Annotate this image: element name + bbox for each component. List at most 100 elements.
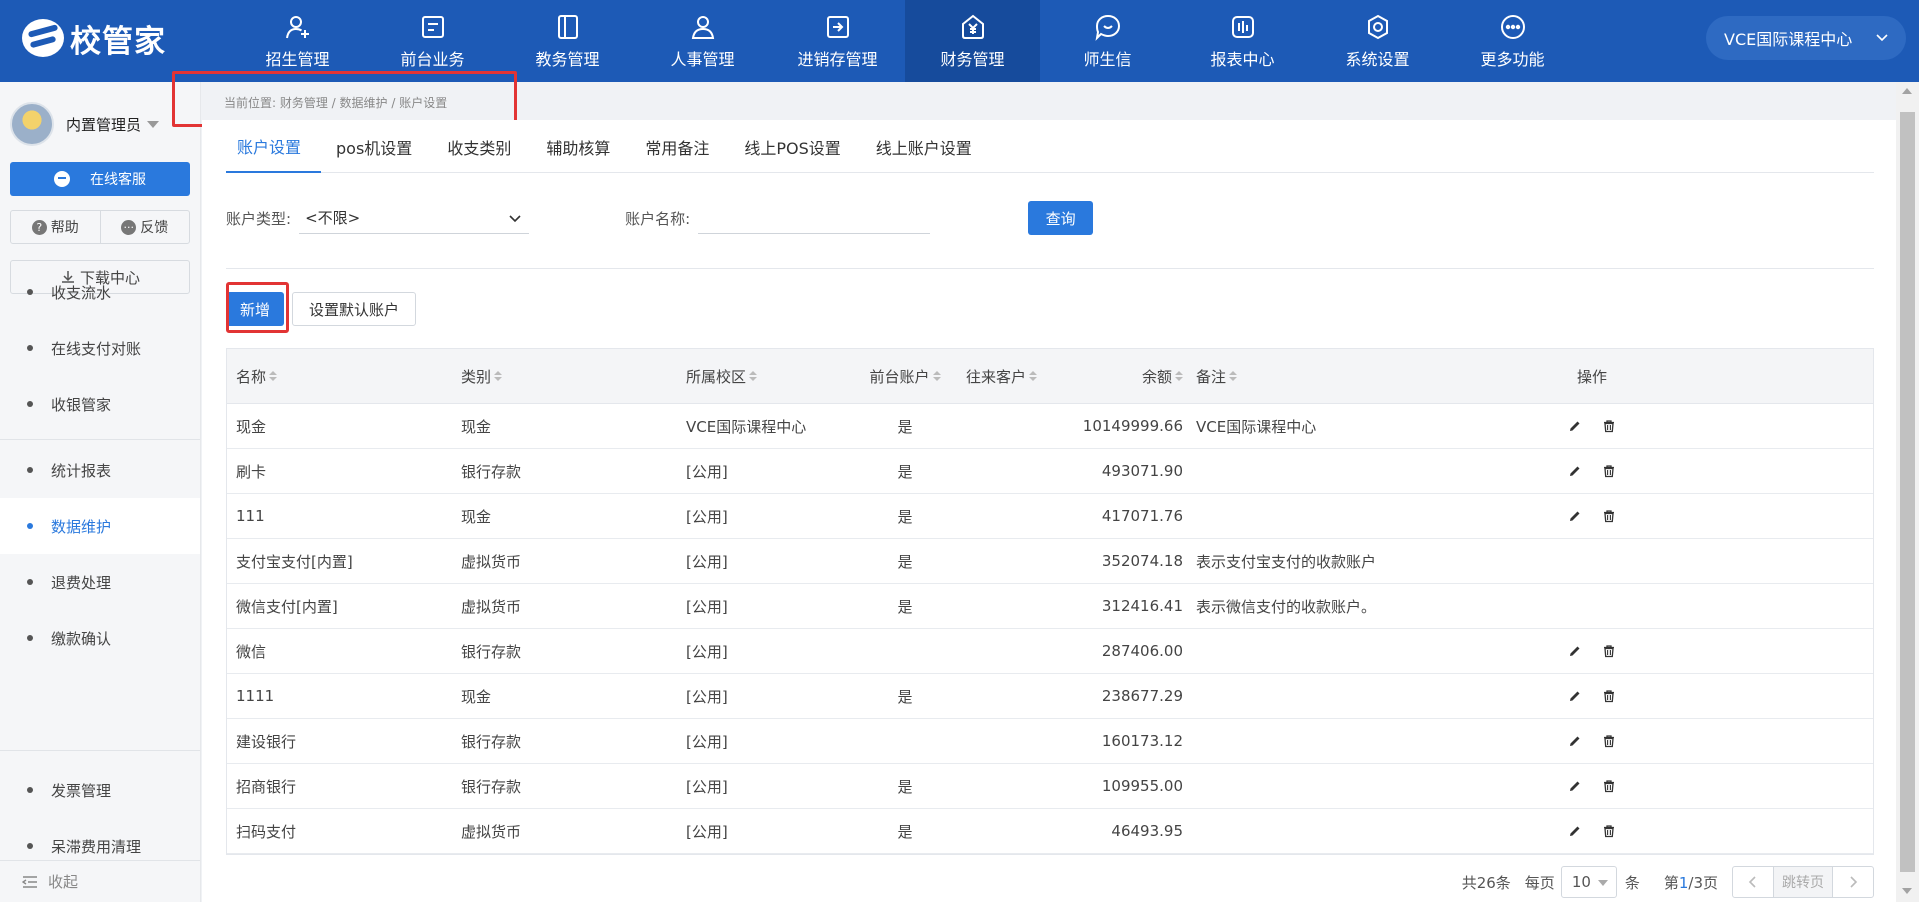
edit-icon[interactable] (1568, 734, 1582, 748)
nav-item-6[interactable]: 师生信 (1040, 0, 1175, 82)
online-service-button[interactable]: 在线客服 (10, 162, 190, 196)
feedback-button[interactable]: ··· 反馈 (99, 211, 190, 243)
sidebar-item[interactable]: 发票管理 (0, 762, 200, 818)
campus-select[interactable]: VCE国际课程中心 (1706, 16, 1906, 60)
account-name-input[interactable] (698, 202, 931, 234)
accounts-table: 名称 类别 所属校区 前台账户 往来客户 余额 备注 操作 现金 现金 VCE国际课程中心是 101… (226, 348, 1874, 855)
nav-item-5[interactable]: 财务管理 (905, 0, 1040, 82)
nav-item-0[interactable]: 招生管理 (230, 0, 365, 82)
scroll-up-icon[interactable] (1902, 88, 1912, 94)
nav-item-7[interactable]: 报表中心 (1175, 0, 1310, 82)
collapse-sidebar-button[interactable]: 收起 (0, 860, 200, 902)
user-menu[interactable]: 内置管理员 (10, 102, 160, 146)
edit-icon[interactable] (1568, 779, 1582, 793)
prev-page-button[interactable] (1733, 867, 1773, 897)
edit-icon[interactable] (1568, 644, 1582, 658)
next-page-button[interactable] (1833, 867, 1873, 897)
sidebar-item[interactable]: 收支流水 (0, 264, 200, 320)
edit-icon[interactable] (1568, 824, 1582, 838)
column-header-label: 所属校区 (686, 367, 747, 386)
sidebar: 内置管理员 在线客服 ? 帮助 ··· 反馈 下载中心 收支流水 在线支付对账 收银… (0, 82, 201, 902)
delete-icon[interactable] (1602, 464, 1616, 478)
cell-name: 支付宝支付[内置] (236, 552, 353, 571)
edit-icon[interactable] (1568, 464, 1582, 478)
online-service-label: 在线客服 (90, 172, 146, 188)
cell-balance: 46493.95 (1111, 822, 1183, 840)
page-scrollbar[interactable] (1896, 82, 1919, 902)
cell-ops (1517, 464, 1667, 478)
tab[interactable]: 常用备注 (634, 120, 729, 173)
delete-icon[interactable] (1602, 509, 1616, 523)
bullet-icon (27, 401, 33, 407)
sidebar-item[interactable]: 统计报表 (0, 442, 200, 498)
cell-category: 现金 (461, 687, 492, 706)
edit-icon[interactable] (1568, 689, 1582, 703)
column-header[interactable]: 类别 (452, 366, 677, 387)
table-row: 现金 现金 VCE国际课程中心 是 10149999.66 VCE国际课程中心 (227, 404, 1873, 449)
account-type-value: <不限> (305, 209, 361, 227)
tab[interactable]: 线上POS设置 (733, 120, 860, 173)
question-icon: ? (31, 219, 47, 235)
delete-icon[interactable] (1602, 689, 1616, 703)
column-header-label: 前台账户 (869, 367, 930, 386)
delete-icon[interactable] (1602, 824, 1616, 838)
nav-item-9[interactable]: 更多功能 (1445, 0, 1580, 82)
table-body: 现金 现金 VCE国际课程中心是 10149999.66 VCE国际课程中心 刷卡 银行存款… (227, 404, 1873, 854)
sidebar-item[interactable]: 在线支付对账 (0, 320, 200, 376)
caret-down-icon (147, 120, 160, 128)
column-header[interactable]: 名称 (227, 366, 452, 387)
tab[interactable]: 收支类别 (436, 120, 531, 173)
nav-item-8[interactable]: 系统设置 (1310, 0, 1445, 82)
table-row: 111 现金 [公用] 是 417071.76 (227, 494, 1873, 539)
nav-item-3[interactable]: 人事管理 (635, 0, 770, 82)
query-button[interactable]: 查询 (1028, 201, 1094, 235)
sidebar-item[interactable]: 缴款确认 (0, 610, 200, 666)
logo-icon (22, 19, 64, 57)
scroll-down-icon[interactable] (1902, 888, 1912, 894)
page-size-select[interactable]: 10 (1560, 866, 1617, 898)
sidebar-item[interactable]: 收银管家 (0, 376, 200, 432)
nav-item-1[interactable]: 前台业务 (365, 0, 500, 82)
sidebar-item-label: 数据维护 (51, 517, 112, 536)
tab[interactable]: pos机设置 (325, 120, 432, 173)
pagination: 共26条 每页 10 条 第1/3页 跳转页 (226, 865, 1874, 899)
account-type-select[interactable]: <不限> (299, 202, 530, 234)
delete-icon[interactable] (1602, 419, 1616, 433)
column-header[interactable]: 所属校区 (677, 366, 853, 387)
cell-ops (1517, 509, 1667, 523)
help-button[interactable]: ? 帮助 (11, 211, 100, 243)
nav-item-2[interactable]: 教务管理 (500, 0, 635, 82)
report-icon (1228, 12, 1258, 42)
app-logo[interactable]: 校管家 (22, 18, 166, 60)
sidebar-item-label: 发票管理 (51, 781, 112, 800)
cell-note: 表示微信支付的收款账户。 (1196, 597, 1377, 616)
cell-front: 是 (897, 462, 913, 481)
set-default-account-button[interactable]: 设置默认账户 (292, 292, 417, 326)
delete-icon[interactable] (1602, 644, 1616, 658)
tab[interactable]: 辅助核算 (535, 120, 630, 173)
edit-icon[interactable] (1568, 419, 1582, 433)
jump-page-input[interactable]: 跳转页 (1773, 867, 1833, 897)
collapse-label: 收起 (48, 873, 79, 891)
cell-front: 是 (897, 552, 913, 571)
delete-icon[interactable] (1602, 779, 1616, 793)
main-panel: 账户设置 pos机设置 收支类别 辅助核算 常用备注 线上POS设置 线上账户设置 账户类型… (202, 120, 1896, 902)
column-header[interactable]: 余额 (1077, 366, 1187, 387)
column-header[interactable]: 往来客户 (957, 366, 1077, 387)
cell-front: 是 (897, 507, 913, 526)
nav-item-4[interactable]: 进销存管理 (770, 0, 905, 82)
tab[interactable]: 线上账户设置 (865, 120, 992, 173)
ellipsis-icon: ··· (121, 219, 137, 235)
tab[interactable]: 账户设置 (226, 120, 322, 173)
more-icon (1498, 12, 1528, 42)
cell-note: 表示支付宝支付的收款账户 (1196, 552, 1377, 571)
sidebar-item[interactable]: 退费处理 (0, 554, 200, 610)
delete-icon[interactable] (1602, 734, 1616, 748)
cell-name: 微信支付[内置] (236, 597, 338, 616)
column-header[interactable]: 备注 (1187, 366, 1517, 387)
sidebar-item[interactable]: 数据维护 (0, 498, 200, 554)
avatar (10, 102, 54, 146)
scroll-thumb[interactable] (1900, 112, 1915, 872)
edit-icon[interactable] (1568, 509, 1582, 523)
column-header[interactable]: 前台账户 (853, 366, 957, 387)
